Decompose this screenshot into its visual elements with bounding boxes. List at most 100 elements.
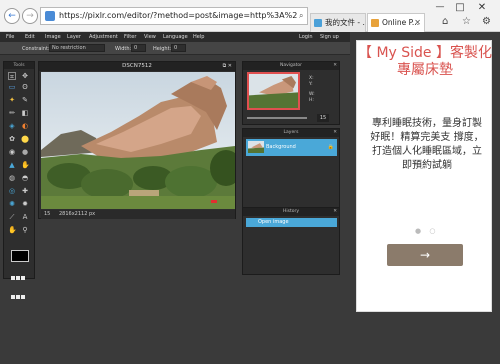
tool-options-bar: Constraint: No restriction Width: 0 Heig… xyxy=(0,42,350,55)
color-grid-icon[interactable] xyxy=(11,266,29,299)
ad-body-text[interactable]: 專利睡眠技術，量身訂製好眠！精算完美支 撐度，打造個人化睡眠區域，立即預約試躺 xyxy=(369,117,485,173)
ad-headline[interactable]: 【 My Side 】客製化專屬床墊 xyxy=(357,45,493,79)
minimize-button[interactable]: — xyxy=(432,2,448,12)
menu-file[interactable]: File xyxy=(6,34,14,40)
forward-button[interactable]: → xyxy=(22,8,38,24)
search-icon[interactable]: ⌕ xyxy=(299,11,303,20)
zoom-tool-icon[interactable]: ⚲ xyxy=(21,226,29,234)
address-tools: ⌕ 🔒 ⟳ xyxy=(297,8,307,24)
move-tool-icon[interactable]: ✥ xyxy=(21,72,29,80)
layer-thumbnail xyxy=(248,141,264,153)
picker-tool-icon[interactable]: ⟋ xyxy=(8,213,16,221)
crop-tool-icon[interactable]: ⌗ xyxy=(8,72,16,81)
layer-row[interactable]: Background 🔒 xyxy=(246,139,337,156)
bucket-tool-icon[interactable]: ◈ xyxy=(8,122,16,130)
menu-language[interactable]: Language xyxy=(163,34,188,40)
zoom-level[interactable]: 15 xyxy=(44,210,50,219)
color-replace-tool-icon[interactable]: ⬤ xyxy=(21,135,29,143)
navigator-panel: Navigator ✕ X: Y: W: H: 15 xyxy=(242,61,340,125)
page-margin xyxy=(492,32,500,364)
home-icon[interactable]: ⌂ xyxy=(442,16,448,27)
layers-panel: Layers ✕ Background 🔒 ▤ ◙ ▣ ▯ ▮ xyxy=(242,128,340,233)
navigator-zoom-field[interactable]: 15 xyxy=(317,114,329,122)
drawing-tool-icon[interactable]: ◉ xyxy=(8,148,16,156)
tab-label: 我的文件 - ... xyxy=(325,18,366,27)
site-icon xyxy=(45,11,55,21)
image-size: 2816x2112 px xyxy=(59,211,96,217)
zoom-slider[interactable] xyxy=(247,117,307,119)
menu-adjustment[interactable]: Adjustment xyxy=(89,34,118,40)
back-button[interactable]: ← xyxy=(4,8,20,24)
tab-close-icon[interactable]: ✕ xyxy=(414,14,421,32)
h-label: H: xyxy=(309,98,314,103)
menu-view[interactable]: View xyxy=(144,34,156,40)
tab-favicon xyxy=(371,19,379,27)
favorites-icon[interactable]: ☆ xyxy=(462,16,471,27)
settings-icon[interactable]: ⚙ xyxy=(482,16,491,27)
document-statusbar: 15 2816x2112 px xyxy=(41,210,235,219)
navigator-preview[interactable] xyxy=(247,72,300,110)
document-window: DSCN7512 ⧉ ✕ 15 2816x2112 px xyxy=(38,61,236,219)
window-close-button[interactable]: ✕ xyxy=(474,2,490,13)
height-field[interactable]: 0 xyxy=(171,44,186,52)
navigator-title-text: Navigator xyxy=(279,63,303,68)
brush-tool-icon[interactable]: ✏ xyxy=(8,109,16,117)
tab-online-pixlr[interactable]: Online P... ✕ xyxy=(367,13,425,32)
ad-banner[interactable]: 【 My Side 】客製化專屬床墊 專利睡眠技術，量身訂製好眠！精算完美支 撐… xyxy=(356,40,492,312)
address-bar[interactable]: https://pixlr.com/editor/?method=post&im… xyxy=(40,7,308,25)
app-menubar: File Edit Image Layer Adjustment Filter … xyxy=(0,32,350,42)
text-tool-icon[interactable]: A xyxy=(21,213,29,221)
constraint-select[interactable]: No restriction xyxy=(49,44,105,52)
clone-tool-icon[interactable]: ✿ xyxy=(8,135,16,143)
hand-tool-icon[interactable]: ✋ xyxy=(8,226,17,234)
login-link[interactable]: Login xyxy=(299,34,313,40)
dodge-tool-icon[interactable]: ◓ xyxy=(21,174,29,182)
history-item[interactable]: Open image xyxy=(246,218,337,227)
width-field[interactable]: 0 xyxy=(131,44,146,52)
blur-tool-icon[interactable]: ● xyxy=(21,148,29,156)
pinch-tool-icon[interactable]: ✹ xyxy=(21,200,29,208)
width-label: Width: xyxy=(115,46,132,52)
document-canvas[interactable] xyxy=(41,72,235,209)
navigator-close-icon[interactable]: ✕ xyxy=(333,62,337,70)
document-window-controls[interactable]: ⧉ ✕ xyxy=(223,62,232,71)
sponge-tool-icon[interactable]: ◍ xyxy=(8,174,16,182)
menu-image[interactable]: Image xyxy=(45,34,61,40)
signup-link[interactable]: Sign up xyxy=(320,34,339,40)
layers-title-text: Layers xyxy=(283,130,299,135)
layers-close-icon[interactable]: ✕ xyxy=(333,129,337,137)
ad-arrow-button[interactable]: → xyxy=(387,244,463,266)
tab-favicon xyxy=(314,19,322,27)
menu-filter[interactable]: Filter xyxy=(124,34,136,40)
url-text: https://pixlr.com/editor/?method=post&im… xyxy=(59,11,308,20)
layer-lock-icon: 🔒 xyxy=(327,144,334,150)
ad-carousel-dots[interactable]: ● ○ xyxy=(415,227,438,235)
smudge-tool-icon[interactable]: ✋ xyxy=(21,161,30,169)
constraint-label: Constraint: xyxy=(22,46,50,52)
lock-icon[interactable]: 🔒 xyxy=(306,11,307,20)
menu-help[interactable]: Help xyxy=(193,34,204,40)
wand-tool-icon[interactable]: ✦ xyxy=(8,96,16,104)
sharpen-tool-icon[interactable]: ▲ xyxy=(8,161,16,169)
menu-edit[interactable]: Edit xyxy=(25,34,35,40)
tools-panel-title: Tools xyxy=(4,62,34,69)
marquee-tool-icon[interactable]: ▭ xyxy=(8,83,16,91)
history-close-icon[interactable]: ✕ xyxy=(333,208,337,216)
tab-my-files[interactable]: 我的文件 - ... xyxy=(310,13,366,32)
bloat-tool-icon[interactable]: ✺ xyxy=(8,200,16,208)
gradient-tool-icon[interactable]: ◐ xyxy=(21,122,29,130)
history-title: History ✕ xyxy=(243,208,339,216)
layers-title: Layers ✕ xyxy=(243,129,339,137)
pencil-tool-icon[interactable]: ✎ xyxy=(21,96,29,104)
menu-layer[interactable]: Layer xyxy=(67,34,81,40)
restore-button[interactable]: □ xyxy=(452,2,468,13)
navigator-preview-image xyxy=(249,74,298,108)
document-titlebar: DSCN7512 ⧉ ✕ xyxy=(39,62,235,71)
redeye-tool-icon[interactable]: ◎ xyxy=(8,187,16,195)
navigator-title: Navigator ✕ xyxy=(243,62,339,70)
color-swatch[interactable] xyxy=(11,250,29,262)
lasso-tool-icon[interactable]: ʘ xyxy=(21,83,29,91)
eraser-tool-icon[interactable]: ◧ xyxy=(21,109,29,117)
photo-image xyxy=(41,72,235,209)
spot-heal-tool-icon[interactable]: ✚ xyxy=(21,187,29,195)
